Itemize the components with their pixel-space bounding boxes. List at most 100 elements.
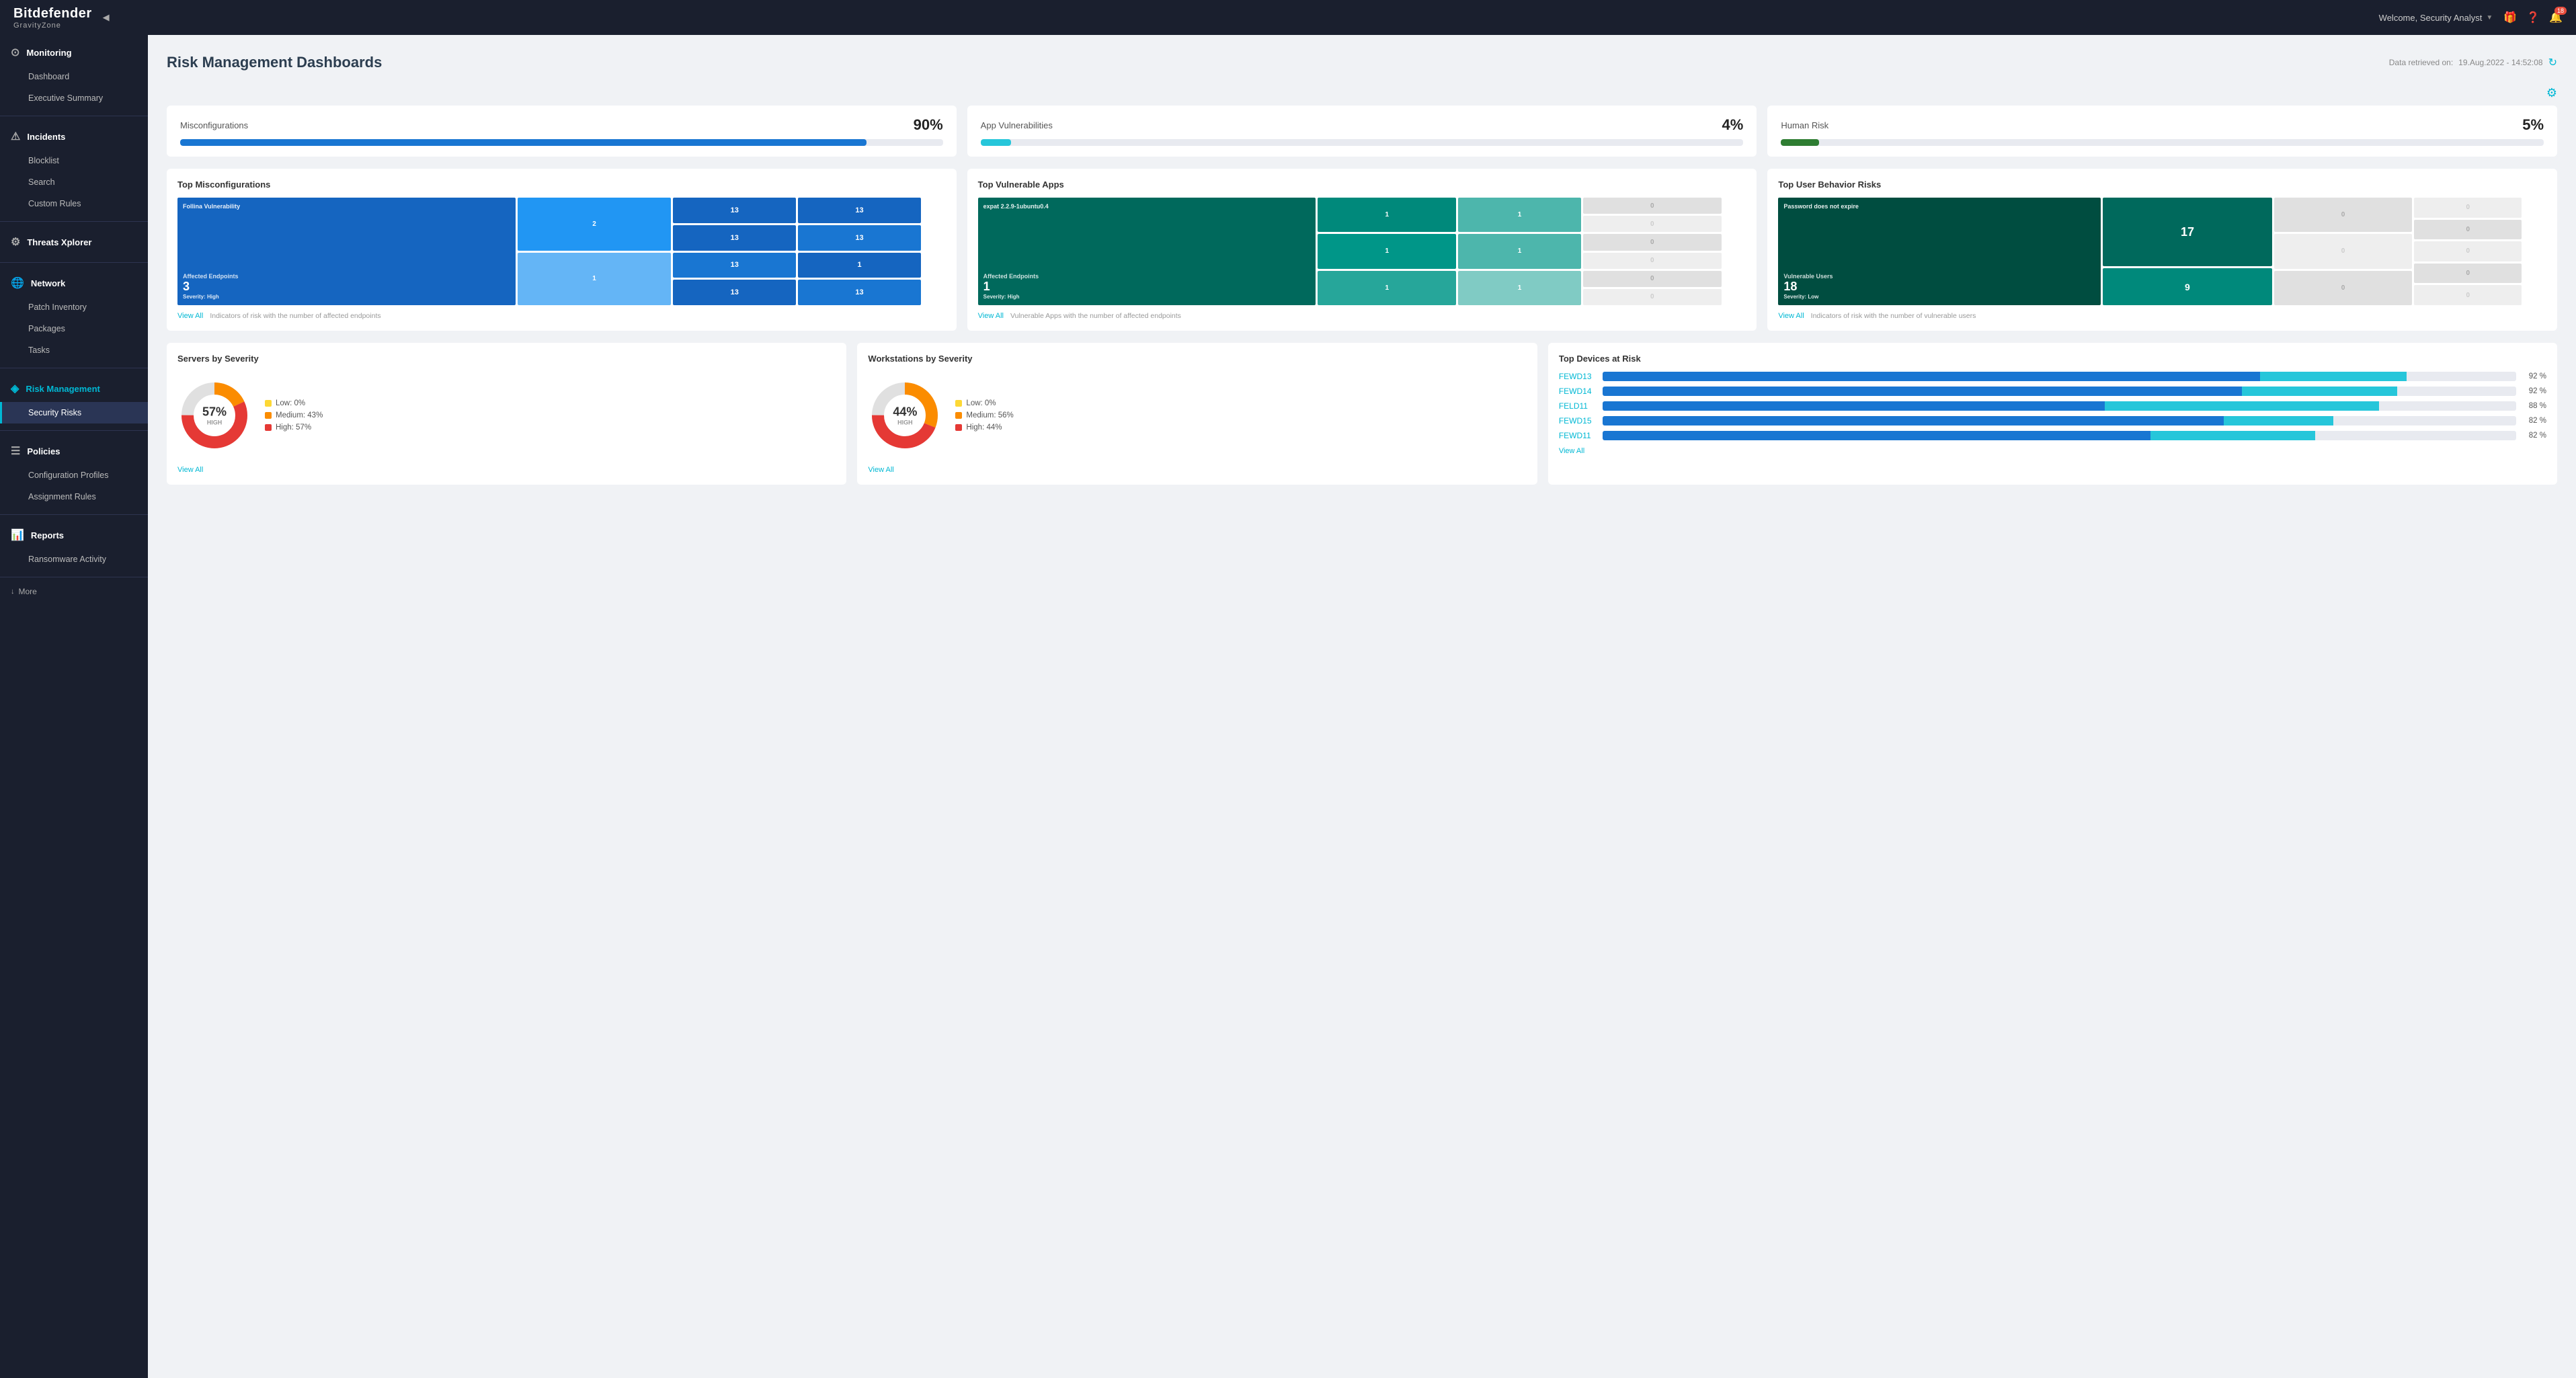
- workstations-legend-low: Low: 0%: [955, 399, 1013, 407]
- top-devices-title: Top Devices at Risk: [1559, 354, 2546, 364]
- tm-affected-label: Affected Endpoints: [183, 273, 239, 280]
- metric-human-risk: Human Risk 5%: [1767, 106, 2557, 157]
- va-severity-label: Severity: High: [983, 294, 1039, 300]
- devices-view-all[interactable]: View All: [1559, 447, 1584, 455]
- page-title: Risk Management Dashboards: [167, 54, 382, 71]
- sidebar-item-security-risks[interactable]: Security Risks: [0, 402, 148, 423]
- workstations-donut-center: 44% HIGH: [893, 405, 917, 426]
- workstations-legend: Low: 0% Medium: 56% High: 44%: [955, 399, 1013, 432]
- top-devices-card: Top Devices at Risk FEWD13 92 % FEWD14: [1548, 343, 2557, 485]
- workstations-view-all[interactable]: View All: [868, 466, 893, 474]
- device-row-fewd14: FEWD14 92 %: [1559, 387, 2546, 396]
- device-name-fewd11[interactable]: FEWD11: [1559, 431, 1596, 440]
- tm-severity-label: Severity: High: [183, 294, 239, 300]
- tm-cell-2: 2: [518, 198, 672, 251]
- sidebar: ⊙ Monitoring Dashboard Executive Summary…: [0, 35, 148, 1378]
- settings-icon[interactable]: ⚙: [2546, 86, 2557, 100]
- top-misconfigurations-title: Top Misconfigurations: [177, 179, 946, 190]
- servers-legend-high-label: High: 57%: [276, 423, 311, 432]
- topbar-right: Welcome, Security Analyst ▼ 🎁 ❓ 🔔 18: [2379, 11, 2563, 24]
- more-button[interactable]: ↓ More: [0, 580, 148, 603]
- ub-cell-0e: 0: [2414, 220, 2522, 240]
- servers-donut-center: 57% HIGH: [202, 405, 227, 426]
- sidebar-item-config-profiles[interactable]: Configuration Profiles: [0, 464, 148, 486]
- sidebar-header-reports[interactable]: 📊 Reports: [0, 522, 148, 549]
- incidents-icon: ⚠: [11, 130, 20, 143]
- device-name-fewd14[interactable]: FEWD14: [1559, 387, 1596, 396]
- vulnerable-apps-footer: View All Vulnerable Apps with the number…: [978, 312, 1746, 320]
- device-pct-fewd13: 92 %: [2523, 372, 2546, 380]
- main-content: Risk Management Dashboards Data retrieve…: [148, 35, 2576, 1378]
- misconfigurations-view-all[interactable]: View All: [177, 312, 203, 320]
- brand-sub: GravityZone: [13, 22, 61, 30]
- device-row-fewd15: FEWD15 82 %: [1559, 416, 2546, 425]
- sidebar-item-search[interactable]: Search: [0, 171, 148, 193]
- va-cell-0e: 0: [1583, 271, 1722, 287]
- user-behavior-desc: Indicators of risk with the number of vu…: [1811, 312, 1976, 320]
- sidebar-header-policies[interactable]: ☰ Policies: [0, 438, 148, 464]
- device-name-fewd15[interactable]: FEWD15: [1559, 416, 1596, 425]
- more-label: More: [19, 587, 37, 596]
- sidebar-header-network[interactable]: 🌐 Network: [0, 270, 148, 296]
- sidebar-item-custom-rules[interactable]: Custom Rules: [0, 193, 148, 214]
- servers-legend-medium-label: Medium: 43%: [276, 411, 323, 419]
- workstations-legend-high-label: High: 44%: [966, 423, 1002, 432]
- monitoring-icon: ⊙: [11, 46, 19, 59]
- sidebar-collapse-btn[interactable]: ◀: [103, 12, 110, 23]
- sidebar-header-incidents[interactable]: ⚠ Incidents: [0, 123, 148, 150]
- user-menu[interactable]: Welcome, Security Analyst ▼: [2379, 13, 2493, 23]
- metric-app-vuln-value: 4%: [1722, 116, 1744, 134]
- ub-main-label: Password does not expire: [1783, 203, 1859, 210]
- device-name-fewd13[interactable]: FEWD13: [1559, 372, 1596, 381]
- sidebar-header-monitoring[interactable]: ⊙ Monitoring: [0, 39, 148, 66]
- misconfigurations-desc: Indicators of risk with the number of af…: [210, 312, 380, 320]
- ws-legend-low-dot: [955, 400, 962, 407]
- sidebar-item-tasks[interactable]: Tasks: [0, 339, 148, 361]
- logo: Bitdefender GravityZone: [13, 6, 92, 30]
- va-cell-1e: 1: [1458, 234, 1581, 268]
- sidebar-network-label: Network: [31, 278, 65, 288]
- device-row-feld11: FELD11 88 %: [1559, 401, 2546, 411]
- tm-cell-13e: 13: [798, 198, 921, 223]
- servers-donut-sub: HIGH: [202, 419, 227, 426]
- va-cell-1b: 1: [1318, 234, 1456, 268]
- user-behavior-view-all[interactable]: View All: [1778, 312, 1804, 320]
- device-bar-blue-fewd14: [1603, 387, 2242, 396]
- sidebar-item-executive-summary[interactable]: Executive Summary: [0, 87, 148, 109]
- data-retrieved-value: 19.Aug.2022 - 14:52:08: [2458, 58, 2542, 67]
- notification-icon[interactable]: 🔔 18: [2549, 11, 2563, 24]
- ub-cell-0b: 0: [2274, 234, 2413, 268]
- ub-affected-num: 18: [1783, 280, 1833, 294]
- metric-misconfigurations: Misconfigurations 90%: [167, 106, 957, 157]
- arrow-down-icon: ↓: [11, 587, 15, 596]
- workstations-footer: View All: [868, 466, 1526, 474]
- servers-legend-high: High: 57%: [265, 423, 323, 432]
- help-icon[interactable]: ❓: [2526, 11, 2540, 24]
- sidebar-item-patch-inventory[interactable]: Patch Inventory: [0, 296, 148, 318]
- sidebar-header-risk[interactable]: ◈ Risk Management: [0, 375, 148, 402]
- sidebar-section-incidents: ⚠ Incidents Blocklist Search Custom Rule…: [0, 119, 148, 218]
- policies-icon: ☰: [11, 444, 20, 458]
- tm-main-cell: Follina Vulnerability Affected Endpoints…: [177, 198, 516, 305]
- device-bar-blue-fewd15: [1603, 416, 2224, 425]
- sidebar-item-dashboard[interactable]: Dashboard: [0, 66, 148, 87]
- workstations-legend-medium: Medium: 56%: [955, 411, 1013, 419]
- device-pct-feld11: 88 %: [2523, 402, 2546, 410]
- sidebar-item-assignment-rules[interactable]: Assignment Rules: [0, 486, 148, 508]
- sidebar-item-ransomware[interactable]: Ransomware Activity: [0, 549, 148, 570]
- device-name-feld11[interactable]: FELD11: [1559, 401, 1596, 411]
- refresh-icon[interactable]: ↻: [2548, 56, 2557, 69]
- devices-list: FEWD13 92 % FEWD14 92 %: [1559, 372, 2546, 440]
- sidebar-item-packages[interactable]: Packages: [0, 318, 148, 339]
- tm-cell-13b: 13: [673, 225, 796, 251]
- workstations-donut-chart: 44% HIGH: [868, 378, 942, 452]
- vulnerable-apps-view-all[interactable]: View All: [978, 312, 1004, 320]
- device-pct-fewd14: 92 %: [2523, 387, 2546, 395]
- device-bar-teal-fewd13: [2260, 372, 2406, 381]
- servers-view-all[interactable]: View All: [177, 466, 203, 474]
- sidebar-header-threats[interactable]: ⚙ Threats Xplorer: [0, 229, 148, 255]
- sidebar-item-blocklist[interactable]: Blocklist: [0, 150, 148, 171]
- ub-severity-label: Severity: Low: [1783, 294, 1833, 300]
- top-user-behavior-title: Top User Behavior Risks: [1778, 179, 2546, 190]
- gift-icon[interactable]: 🎁: [2503, 11, 2517, 24]
